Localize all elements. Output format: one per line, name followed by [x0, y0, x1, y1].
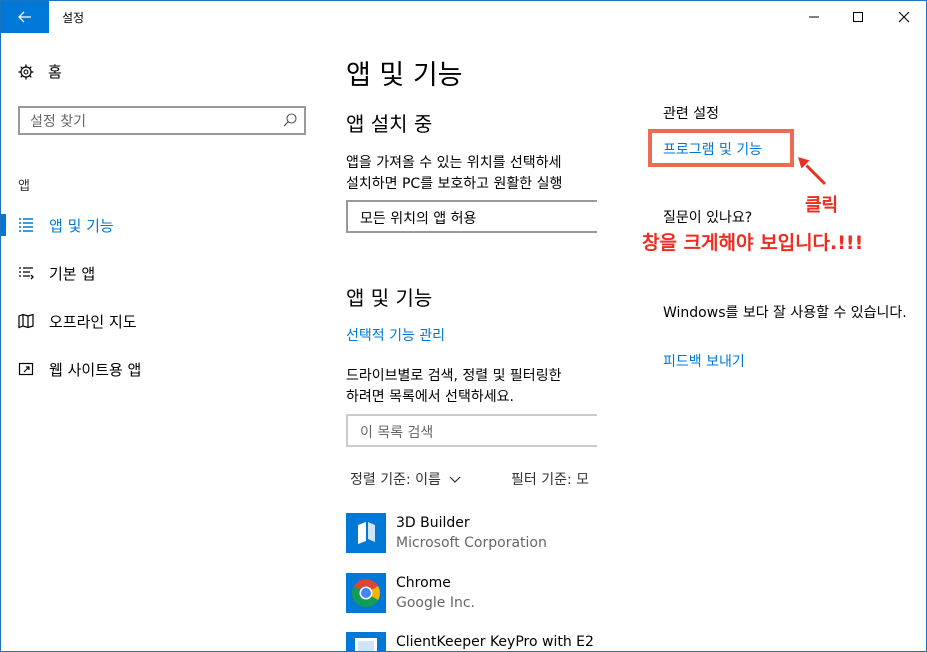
home-nav[interactable]: 홈: [18, 61, 62, 82]
list-description-line2: 하려면 목록에서 선택하세요.: [346, 389, 514, 405]
app-name: Chrome: [396, 575, 451, 591]
list-description-line1: 드라이브별로 검색, 정렬 및 필터링한: [346, 368, 562, 384]
default-apps-icon: [19, 267, 34, 280]
install-description-line2: 설치하면 PC를 보호하고 원활한 실행: [346, 176, 563, 192]
search-placeholder: 이 목록 검색: [360, 425, 434, 441]
sidebar-item-apps-features[interactable]: 앱 및 기능: [1, 209, 301, 241]
sort-label: 정렬 기준: 이름: [350, 472, 441, 488]
annotation-arrow-icon: [795, 154, 828, 187]
send-feedback-link[interactable]: 피드백 보내기: [663, 351, 745, 371]
app-name: ClientKeeper KeyPro with E2: [396, 634, 594, 650]
programs-features-link[interactable]: 프로그램 및 기능: [663, 139, 762, 159]
maximize-icon: [853, 12, 863, 22]
install-description-line1: 앱을 가져올 수 있는 위치를 선택하세: [346, 155, 562, 171]
settings-window: 설정 홈 설정 찾기 앱 앱 및 기능 기본 앱 오프라인 지도 웹 사이트용 …: [0, 0, 927, 652]
clientkeeper-icon: [346, 632, 386, 651]
apps-heading: 앱 및 기능: [346, 286, 433, 310]
apps-features-icon: [19, 218, 33, 232]
sidebar-item-label: 웹 사이트용 앱: [49, 361, 142, 379]
app-list-item[interactable]: ClientKeeper KeyPro with E2: [346, 632, 597, 651]
filter-label: 필터 기준: 모: [511, 472, 590, 488]
install-source-dropdown[interactable]: 모든 위치의 앱 허용: [346, 200, 597, 233]
main-content: 앱 및 기능 앱 설치 중 앱을 가져올 수 있는 위치를 선택하세 설치하면 …: [331, 41, 597, 651]
search-icon: [283, 113, 297, 127]
question-title: 질문이 있나요?: [663, 210, 753, 226]
close-button[interactable]: [881, 1, 926, 33]
dropdown-value: 모든 위치의 앱 허용: [360, 211, 477, 227]
chevron-down-icon: [449, 476, 461, 483]
maximize-button[interactable]: [835, 1, 881, 33]
close-icon: [898, 11, 910, 23]
offline-maps-icon: [18, 313, 34, 329]
minimize-button[interactable]: [791, 1, 837, 33]
window-title: 설정: [62, 11, 85, 25]
back-arrow-icon: [18, 11, 31, 23]
app-list-item[interactable]: Chrome Google Inc.: [346, 573, 597, 613]
sidebar-item-apps-for-websites[interactable]: 웹 사이트용 앱: [1, 353, 301, 385]
app-publisher: Microsoft Corporation: [396, 535, 547, 551]
sidebar-item-default-apps[interactable]: 기본 앱: [1, 257, 301, 289]
page-title: 앱 및 기능: [346, 60, 463, 91]
3d-builder-icon: [346, 513, 386, 553]
click-annotation: 클릭: [805, 195, 839, 216]
related-settings-title: 관련 설정: [663, 106, 719, 122]
app-name: 3D Builder: [396, 515, 470, 531]
install-heading: 앱 설치 중: [346, 112, 433, 136]
apps-for-websites-icon: [18, 362, 34, 376]
gear-icon: [18, 64, 34, 79]
minimize-icon: [809, 16, 819, 18]
active-indicator: [1, 214, 6, 236]
home-label: 홈: [48, 63, 62, 81]
chrome-icon: [346, 573, 386, 613]
panel-gap: [597, 1, 633, 651]
optional-features-link[interactable]: 선택적 기능 관리: [346, 326, 445, 347]
apps-section-label: 앱: [18, 179, 30, 194]
feedback-text: Windows를 보다 잘 사용할 수 있습니다.: [663, 305, 907, 321]
search-placeholder: 설정 찾기: [30, 113, 86, 130]
resize-annotation: 창을 크게해야 보입니다.!!!: [642, 232, 864, 254]
app-publisher: Google Inc.: [396, 595, 475, 611]
sidebar-item-label: 앱 및 기능: [49, 217, 114, 235]
sort-dropdown[interactable]: 정렬 기준: 이름: [350, 469, 461, 489]
app-list-item[interactable]: 3D Builder Microsoft Corporation: [346, 513, 597, 553]
filter-dropdown[interactable]: 필터 기준: 모: [511, 469, 589, 489]
app-list-search-input[interactable]: 이 목록 검색: [346, 414, 597, 447]
sidebar-item-offline-maps[interactable]: 오프라인 지도: [1, 305, 301, 337]
back-button[interactable]: [1, 1, 49, 33]
settings-search-input[interactable]: 설정 찾기: [18, 106, 306, 135]
sidebar-item-label: 기본 앱: [49, 265, 96, 283]
sidebar-item-label: 오프라인 지도: [49, 313, 137, 331]
